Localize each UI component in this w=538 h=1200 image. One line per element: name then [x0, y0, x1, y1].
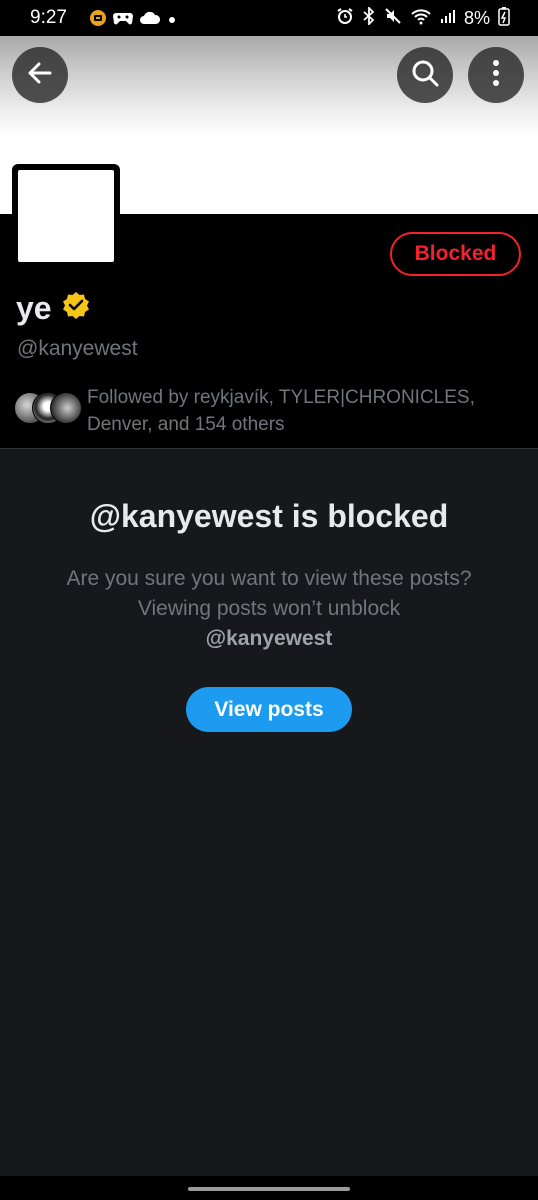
mute-icon [384, 7, 402, 30]
bluetooth-icon [362, 5, 376, 30]
status-left-icons [89, 9, 177, 32]
follower-avatars [14, 392, 82, 424]
status-right-icons: 8% [336, 5, 510, 31]
verified-badge-icon[interactable] [62, 290, 90, 327]
blocked-description: Are you sure you want to view these post… [60, 564, 478, 654]
search-button[interactable] [397, 47, 453, 103]
signal-icon [440, 8, 456, 29]
avatar-image [18, 170, 114, 262]
search-icon [410, 58, 440, 93]
followed-by-text: Followed by reykjavík, TYLER|CHRONICLES,… [87, 387, 475, 435]
cloud-icon [139, 11, 161, 30]
system-nav-bar [0, 1176, 538, 1200]
profile-name-row: ye [16, 290, 90, 327]
blocked-description-text: Are you sure you want to view these post… [66, 567, 472, 620]
arrow-left-icon [26, 59, 54, 92]
profile-handle: @kanyewest [17, 337, 138, 360]
blocked-title: @kanyewest is blocked [89, 498, 449, 534]
battery-percent: 8% [463, 8, 490, 28]
status-time: 9:27 [30, 7, 67, 28]
display-name: ye [16, 290, 52, 326]
followed-by-row[interactable]: Followed by reykjavík, TYLER|CHRONICLES,… [14, 384, 524, 440]
game-controller-icon [113, 10, 133, 31]
follower-avatar [50, 392, 82, 424]
view-posts-button[interactable]: View posts [186, 687, 352, 732]
wifi-icon [410, 7, 432, 30]
divider [0, 448, 538, 449]
battery-charging-icon [498, 6, 510, 31]
home-indicator[interactable] [188, 1187, 350, 1191]
blocked-button[interactable]: Blocked [390, 232, 521, 276]
more-vertical-icon [492, 59, 500, 92]
notification-badge-icon [89, 9, 107, 32]
alarm-icon [336, 7, 354, 30]
blocked-mention[interactable]: @kanyewest [206, 627, 333, 650]
more-options-button[interactable] [468, 47, 524, 103]
avatar[interactable] [12, 164, 120, 268]
dot-icon [167, 12, 177, 30]
back-button[interactable] [12, 47, 68, 103]
status-bar: 9:27 8% [0, 0, 538, 36]
